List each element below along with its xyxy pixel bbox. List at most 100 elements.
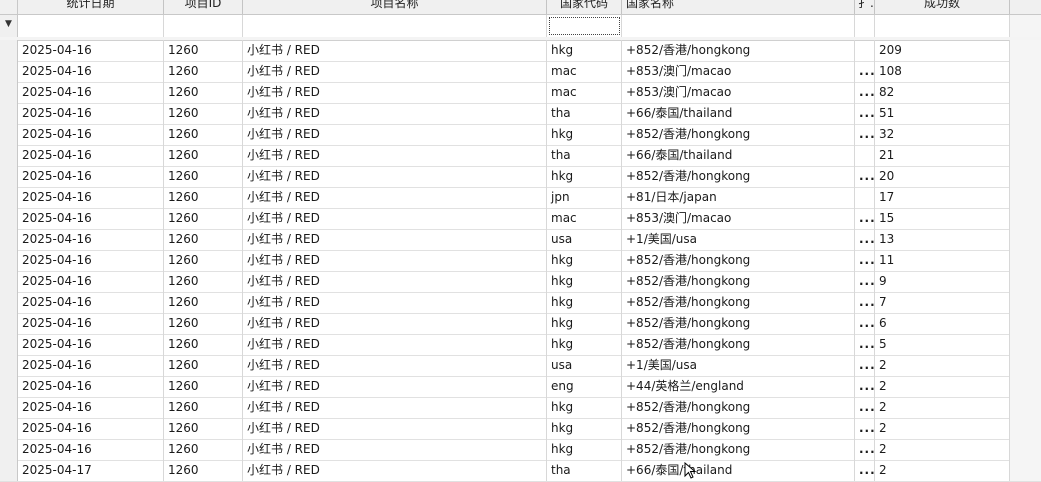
cell-country-name[interactable]: +852/香港/hongkong (622, 40, 855, 61)
table-row[interactable]: 2025-04-16 1260 小红书 / RED hkg +852/香港/hongko… (0, 313, 1041, 335)
cell-success-count[interactable]: 51 (875, 103, 1010, 124)
cell-date[interactable]: 2025-04-16 (18, 103, 164, 124)
table-row[interactable]: 2025-04-16 1260 小红书 / RED tha +66/泰国/thailan… (0, 103, 1041, 125)
cell-country-code[interactable]: tha (547, 103, 622, 124)
cell-project-id[interactable]: 1260 (164, 229, 243, 250)
cell-date[interactable]: 2025-04-16 (18, 124, 164, 145)
cell-truncated[interactable]: ... (855, 313, 875, 334)
cell-project-name[interactable]: 小红书 / RED (243, 292, 547, 313)
cell-success-count[interactable]: 2 (875, 397, 1010, 418)
filter-cell-success-count[interactable] (875, 15, 1010, 37)
cell-date[interactable]: 2025-04-16 (18, 334, 164, 355)
table-row[interactable]: 2025-04-16 1260 小红书 / RED hkg +852/香港/hongko… (0, 271, 1041, 293)
cell-country-code[interactable]: hkg (547, 418, 622, 439)
cell-country-name[interactable]: +852/香港/hongkong (622, 334, 855, 355)
cell-success-count[interactable]: 21 (875, 145, 1010, 166)
cell-project-name[interactable]: 小红书 / RED (243, 82, 547, 103)
cell-success-count[interactable]: 5 (875, 334, 1010, 355)
cell-project-id[interactable]: 1260 (164, 82, 243, 103)
cell-success-count[interactable]: 2 (875, 460, 1010, 481)
cell-project-name[interactable]: 小红书 / RED (243, 208, 547, 229)
cell-project-id[interactable]: 1260 (164, 355, 243, 376)
cell-country-code[interactable]: mac (547, 82, 622, 103)
cell-project-name[interactable]: 小红书 / RED (243, 460, 547, 481)
cell-country-code[interactable]: jpn (547, 187, 622, 208)
cell-date[interactable]: 2025-04-16 (18, 397, 164, 418)
table-row[interactable]: 2025-04-16 1260 小红书 / RED mac +853/澳门/macao.… (0, 82, 1041, 104)
cell-success-count[interactable]: 2 (875, 376, 1010, 397)
cell-truncated[interactable]: ... (855, 334, 875, 355)
cell-success-count[interactable]: 82 (875, 82, 1010, 103)
cell-date[interactable]: 2025-04-16 (18, 208, 164, 229)
cell-truncated[interactable]: ... (855, 103, 875, 124)
cell-project-name[interactable]: 小红书 / RED (243, 355, 547, 376)
cell-success-count[interactable]: 15 (875, 208, 1010, 229)
table-row[interactable]: 2025-04-16 1260 小红书 / RED hkg +852/香港/hongko… (0, 40, 1041, 62)
cell-country-name[interactable]: +852/香港/hongkong (622, 124, 855, 145)
cell-truncated[interactable]: ... (855, 208, 875, 229)
cell-truncated[interactable]: ... (855, 397, 875, 418)
cell-truncated[interactable] (855, 187, 875, 208)
cell-country-code[interactable]: hkg (547, 313, 622, 334)
cell-truncated[interactable]: ... (855, 355, 875, 376)
table-row[interactable]: 2025-04-16 1260 小红书 / RED hkg +852/香港/hongko… (0, 250, 1041, 272)
cell-country-name[interactable]: +853/澳门/macao (622, 208, 855, 229)
cell-country-name[interactable]: +852/香港/hongkong (622, 418, 855, 439)
cell-date[interactable]: 2025-04-16 (18, 229, 164, 250)
cell-success-count[interactable]: 108 (875, 61, 1010, 82)
column-header-project-name[interactable]: 项目名称 (243, 0, 547, 14)
cell-country-code[interactable]: hkg (547, 292, 622, 313)
cell-project-name[interactable]: 小红书 / RED (243, 271, 547, 292)
cell-country-code[interactable]: usa (547, 355, 622, 376)
column-header-project-id[interactable]: 项目ID (164, 0, 243, 14)
cell-truncated[interactable] (855, 145, 875, 166)
cell-country-name[interactable]: +1/美国/usa (622, 355, 855, 376)
cell-project-id[interactable]: 1260 (164, 292, 243, 313)
table-row[interactable]: 2025-04-16 1260 小红书 / RED usa +1/美国/usa... 13 (0, 229, 1041, 251)
cell-country-name[interactable]: +44/英格兰/england (622, 376, 855, 397)
cell-country-name[interactable]: +1/美国/usa (622, 229, 855, 250)
cell-country-name[interactable]: +66/泰国/thailand (622, 460, 855, 481)
header-corner[interactable] (0, 0, 18, 14)
cell-project-id[interactable]: 1260 (164, 397, 243, 418)
cell-project-name[interactable]: 小红书 / RED (243, 145, 547, 166)
cell-country-code[interactable]: mac (547, 208, 622, 229)
cell-project-id[interactable]: 1260 (164, 166, 243, 187)
cell-date[interactable]: 2025-04-16 (18, 82, 164, 103)
cell-project-name[interactable]: 小红书 / RED (243, 61, 547, 82)
cell-success-count[interactable]: 20 (875, 166, 1010, 187)
cell-country-name[interactable]: +852/香港/hongkong (622, 250, 855, 271)
cell-country-code[interactable]: hkg (547, 166, 622, 187)
cell-date[interactable]: 2025-04-16 (18, 40, 164, 61)
table-row[interactable]: 2025-04-16 1260 小红书 / RED mac +853/澳门/macao.… (0, 61, 1041, 83)
cell-truncated[interactable]: ... (855, 82, 875, 103)
cell-country-code[interactable]: hkg (547, 397, 622, 418)
cell-country-code[interactable]: mac (547, 61, 622, 82)
column-header-success-count[interactable]: 成功数 (875, 0, 1010, 14)
filter-cell-country-code[interactable] (547, 15, 622, 37)
cell-country-code[interactable]: tha (547, 145, 622, 166)
cell-project-id[interactable]: 1260 (164, 61, 243, 82)
cell-country-name[interactable]: +852/香港/hongkong (622, 397, 855, 418)
cell-truncated[interactable]: ... (855, 460, 875, 481)
cell-project-name[interactable]: 小红书 / RED (243, 229, 547, 250)
cell-country-code[interactable]: hkg (547, 250, 622, 271)
cell-success-count[interactable]: 209 (875, 40, 1010, 61)
cell-success-count[interactable]: 32 (875, 124, 1010, 145)
cell-truncated[interactable]: ... (855, 418, 875, 439)
cell-project-name[interactable]: 小红书 / RED (243, 124, 547, 145)
column-header-country-name[interactable]: 国家名称 (622, 0, 855, 14)
cell-success-count[interactable]: 7 (875, 292, 1010, 313)
cell-truncated[interactable]: ... (855, 229, 875, 250)
cell-project-name[interactable]: 小红书 / RED (243, 187, 547, 208)
column-header-date[interactable]: 统计日期 (18, 0, 164, 14)
table-row[interactable]: 2025-04-16 1260 小红书 / RED usa +1/美国/usa... 2 (0, 355, 1041, 377)
cell-project-id[interactable]: 1260 (164, 439, 243, 460)
cell-project-name[interactable]: 小红书 / RED (243, 397, 547, 418)
cell-country-name[interactable]: +852/香港/hongkong (622, 166, 855, 187)
cell-country-name[interactable]: +66/泰国/thailand (622, 103, 855, 124)
cell-date[interactable]: 2025-04-17 (18, 460, 164, 481)
cell-success-count[interactable]: 17 (875, 187, 1010, 208)
table-row[interactable]: 2025-04-16 1260 小红书 / RED tha +66/泰国/thailan… (0, 145, 1041, 167)
filter-cell-country-name[interactable] (622, 15, 855, 37)
